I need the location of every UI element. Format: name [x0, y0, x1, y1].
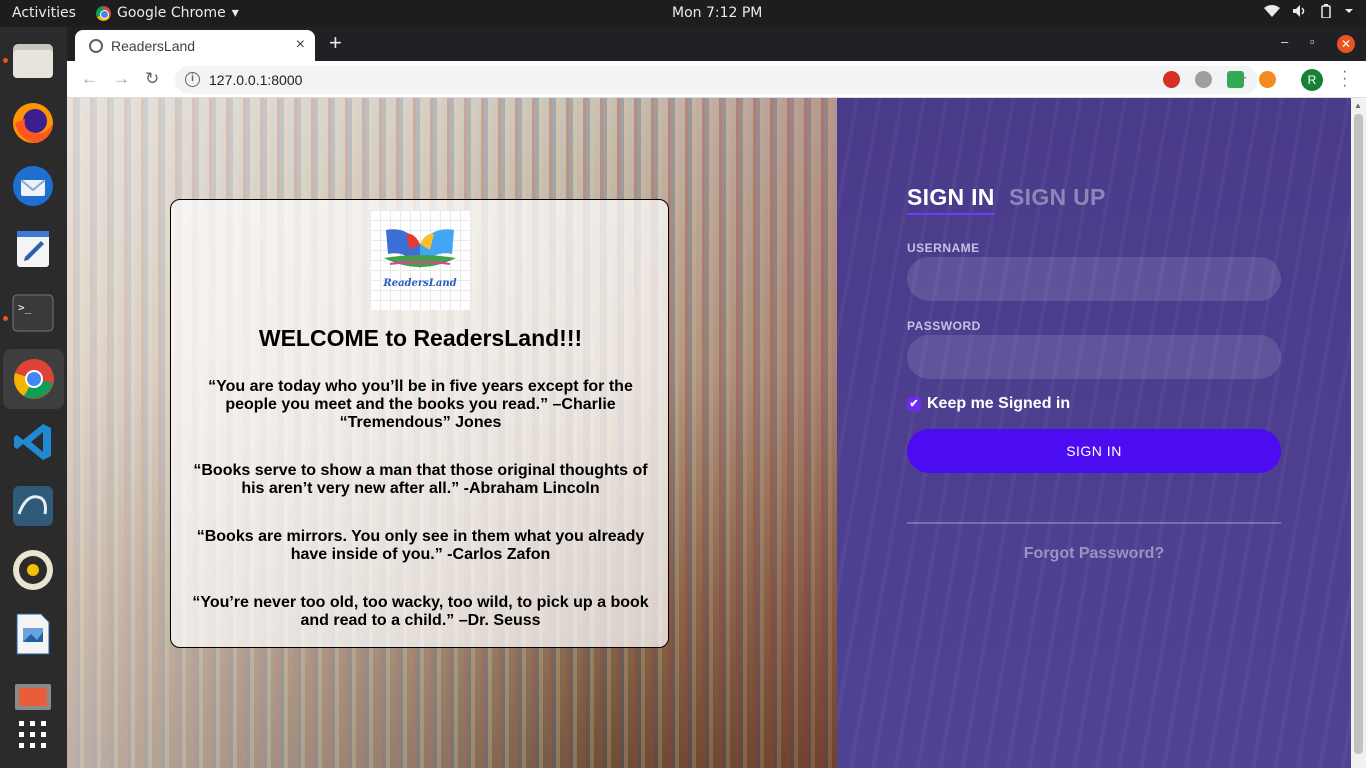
profile-avatar[interactable]: R	[1301, 69, 1323, 91]
libreoffice-impress-icon[interactable]	[9, 610, 57, 658]
username-input[interactable]	[907, 257, 1281, 301]
chevron-down-icon: ▾	[231, 5, 239, 21]
tab-close-icon[interactable]: ×	[296, 36, 305, 54]
username-label: USERNAME	[907, 241, 980, 255]
logo-text: ReadersLand	[383, 278, 457, 289]
extension-chart-icon[interactable]	[1227, 71, 1244, 88]
welcome-card: ReadersLand WELCOME to ReadersLand!!! “Y…	[170, 199, 669, 648]
back-icon[interactable]: ←	[81, 69, 98, 89]
tab-title: ReadersLand	[111, 38, 196, 54]
vscode-icon[interactable]	[9, 418, 57, 466]
chrome-menu-icon[interactable]: · · ·	[1342, 64, 1347, 94]
site-info-icon[interactable]: i	[185, 72, 200, 87]
app-menu[interactable]: Google Chrome ▾	[96, 5, 239, 21]
form-divider	[907, 522, 1281, 524]
chrome-icon	[96, 5, 111, 21]
running-indicator	[3, 316, 8, 321]
address-bar[interactable]: i 127.0.0.1:8000 ☆	[175, 66, 1258, 94]
rhythmbox-icon[interactable]	[9, 546, 57, 594]
open-book-icon	[384, 229, 456, 268]
globe-icon	[89, 39, 103, 53]
forward-icon[interactable]: →	[113, 69, 130, 89]
quote-1: “You are today who you’ll be in five yea…	[208, 378, 633, 431]
svg-text:>_: >_	[18, 301, 32, 314]
quote-3: “Books are mirrors. You only see in them…	[196, 528, 645, 563]
system-menu-arrow-icon	[1345, 9, 1353, 13]
thunderbird-icon[interactable]	[9, 162, 57, 210]
running-indicator	[3, 58, 8, 63]
page-viewport: ReadersLand WELCOME to ReadersLand!!! “Y…	[67, 98, 1351, 768]
readersland-logo: ReadersLand	[370, 210, 470, 310]
login-form: SIGN IN SIGN UP USERNAME PASSWORD ✔ Keep…	[837, 98, 1351, 768]
text-editor-icon[interactable]	[9, 225, 57, 273]
extension-bug-icon[interactable]	[1195, 71, 1212, 88]
browser-tab[interactable]: ReadersLand ×	[75, 30, 315, 61]
battery-icon	[1321, 4, 1331, 18]
gnome-top-bar: Activities Google Chrome ▾ Mon 7:12 PM	[0, 0, 1366, 27]
page-scrollbar[interactable]: ▲	[1351, 98, 1366, 768]
terminal-icon[interactable]: >_	[9, 289, 57, 337]
files-icon[interactable]	[9, 36, 57, 84]
activities-button[interactable]: Activities	[12, 5, 76, 21]
tab-sign-in[interactable]: SIGN IN	[907, 184, 995, 215]
password-input[interactable]	[907, 335, 1281, 379]
system-tray[interactable]	[1264, 4, 1354, 18]
welcome-heading: WELCOME to ReadersLand!!!	[258, 325, 583, 351]
chrome-toolbar: ← → ↻ i 127.0.0.1:8000 ☆ R ···	[67, 61, 1366, 98]
scroll-up-icon[interactable]: ▲	[1354, 101, 1362, 110]
checkmark-icon[interactable]: ✔	[907, 397, 921, 411]
app-menu-label: Google Chrome	[117, 5, 226, 21]
reload-icon[interactable]: ↻	[145, 69, 159, 89]
extension-orange-icon[interactable]	[1259, 71, 1276, 88]
keep-signed-in-label: Keep me Signed in	[927, 395, 1071, 412]
sign-in-button[interactable]: SIGN IN	[907, 429, 1281, 473]
volume-icon	[1293, 5, 1305, 17]
forgot-password-link[interactable]: Forgot Password?	[907, 545, 1281, 563]
password-label: PASSWORD	[907, 319, 981, 333]
tab-sign-up[interactable]: SIGN UP	[1009, 184, 1106, 211]
scrollbar-thumb[interactable]	[1354, 114, 1363, 754]
quote-4: “You’re never too old, too wacky, too wi…	[192, 594, 649, 629]
ubuntu-dock: >_	[0, 27, 67, 768]
close-window-button[interactable]: ✕	[1337, 35, 1355, 53]
show-applications-icon[interactable]	[9, 711, 57, 759]
new-tab-button[interactable]: +	[329, 30, 342, 56]
clock[interactable]: Mon 7:12 PM	[672, 5, 762, 21]
url-text[interactable]: 127.0.0.1:8000	[209, 72, 302, 88]
adblock-icon[interactable]	[1163, 71, 1180, 88]
quote-2: “Books serve to show a man that those or…	[193, 462, 648, 497]
mysql-workbench-icon[interactable]	[9, 482, 57, 530]
chrome-dock-icon[interactable]	[3, 349, 64, 409]
keep-signed-in-checkbox[interactable]: ✔ Keep me Signed in	[907, 395, 1070, 413]
wifi-icon	[1264, 5, 1280, 17]
chrome-tab-strip: ReadersLand × + – ▫ ✕	[67, 27, 1366, 61]
maximize-button[interactable]: ▫	[1310, 34, 1315, 49]
minimize-button[interactable]: –	[1281, 34, 1288, 49]
firefox-icon[interactable]	[9, 99, 57, 147]
